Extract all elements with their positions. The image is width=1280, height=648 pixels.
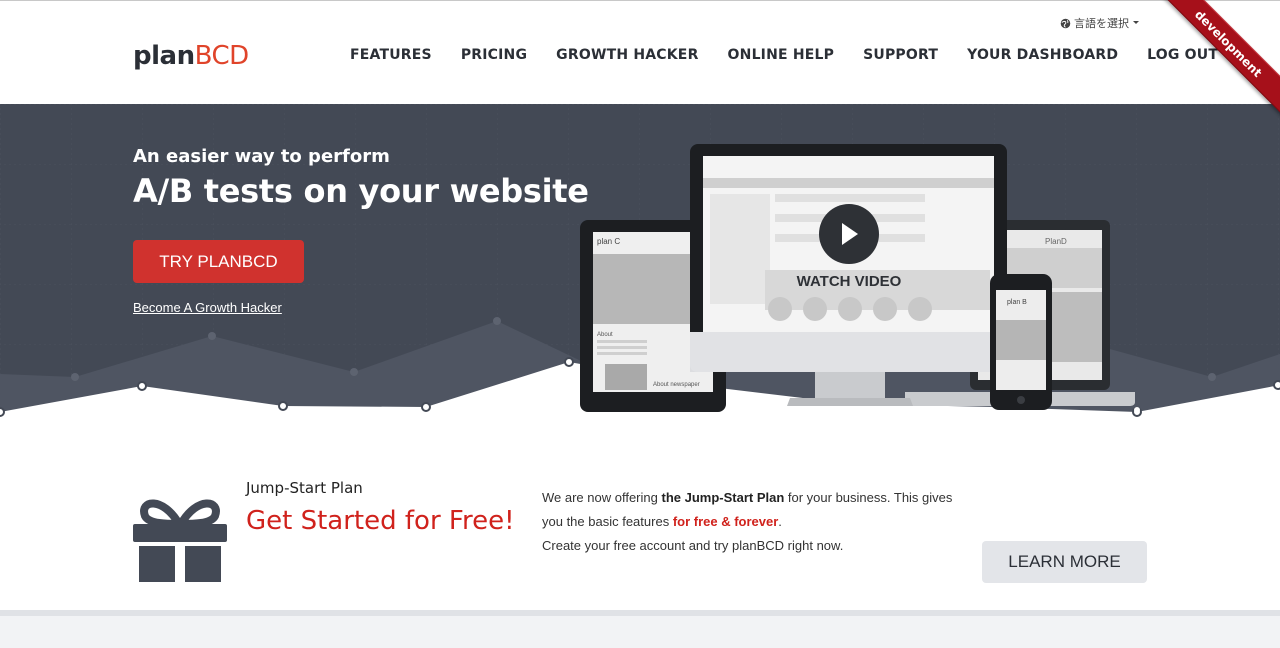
promo-label: Jump-Start Plan [246,479,363,497]
nav-support[interactable]: SUPPORT [863,47,938,63]
tablet-news: About newspaper [653,382,700,388]
nav-features[interactable]: FEATURES [350,47,432,63]
promo-text-line2: Create your free account and try planBCD… [542,538,844,553]
footer-strip [0,610,1280,648]
caret-down-icon [1133,21,1139,24]
logo-text-plan: plan [133,41,195,71]
language-selector[interactable]: 言語を選択 [1060,15,1140,31]
monitor-mockup: WATCH VIDEO [690,144,1007,406]
promo-text-red: for free & forever [672,514,779,529]
nav-online-help[interactable]: ONLINE HELP [728,47,835,63]
promo-description: We are now offering the Jump-Start Plan … [542,486,962,558]
learn-more-button[interactable]: LEARN MORE [982,541,1147,583]
growth-hacker-link[interactable]: Become A Growth Hacker [133,300,282,315]
promo-text-bold: the Jump-Start Plan [661,490,785,505]
nav-your-dashboard[interactable]: YOUR DASHBOARD [967,47,1118,63]
watch-video-label[interactable]: WATCH VIDEO [797,273,902,290]
development-ribbon: development [1156,0,1280,124]
tablet-label: plan C [597,237,620,246]
nav-pricing[interactable]: PRICING [461,47,527,63]
hero-title: A/B tests on your website [133,172,589,210]
gift-icon [133,499,227,582]
laptop-label: PlanD [1045,237,1067,246]
ribbon-label: development [1156,0,1280,120]
page: planBCD 言語を選択 FEATURES PRICING GROWTH HA… [0,0,1280,648]
logo-text-bcd: BCD [194,41,250,71]
promo-section: Jump-Start Plan Get Started for Free! We… [0,434,1280,610]
promo-text-intro: We are now offering [542,490,662,505]
tablet-about: About [597,332,613,338]
devices-illustration: PlanD plan C About About newspaper WATCH… [580,144,1140,413]
globe-icon [1060,18,1071,28]
hero-subtitle: An easier way to perform [133,146,390,167]
try-planbcd-button[interactable]: TRY PLANBCD [133,240,304,283]
promo-text-end: . [778,514,782,529]
nav-growth-hacker[interactable]: GROWTH HACKER [556,47,698,63]
phone-label: plan B [1007,299,1027,306]
phone-mockup: plan B [990,274,1052,410]
logo[interactable]: planBCD [133,41,249,71]
promo-title: Get Started for Free! [246,506,515,536]
language-label: 言語を選択 [1074,17,1129,30]
main-nav: FEATURES PRICING GROWTH HACKER ONLINE HE… [350,47,1247,63]
header: planBCD 言語を選択 FEATURES PRICING GROWTH HA… [0,0,1280,104]
